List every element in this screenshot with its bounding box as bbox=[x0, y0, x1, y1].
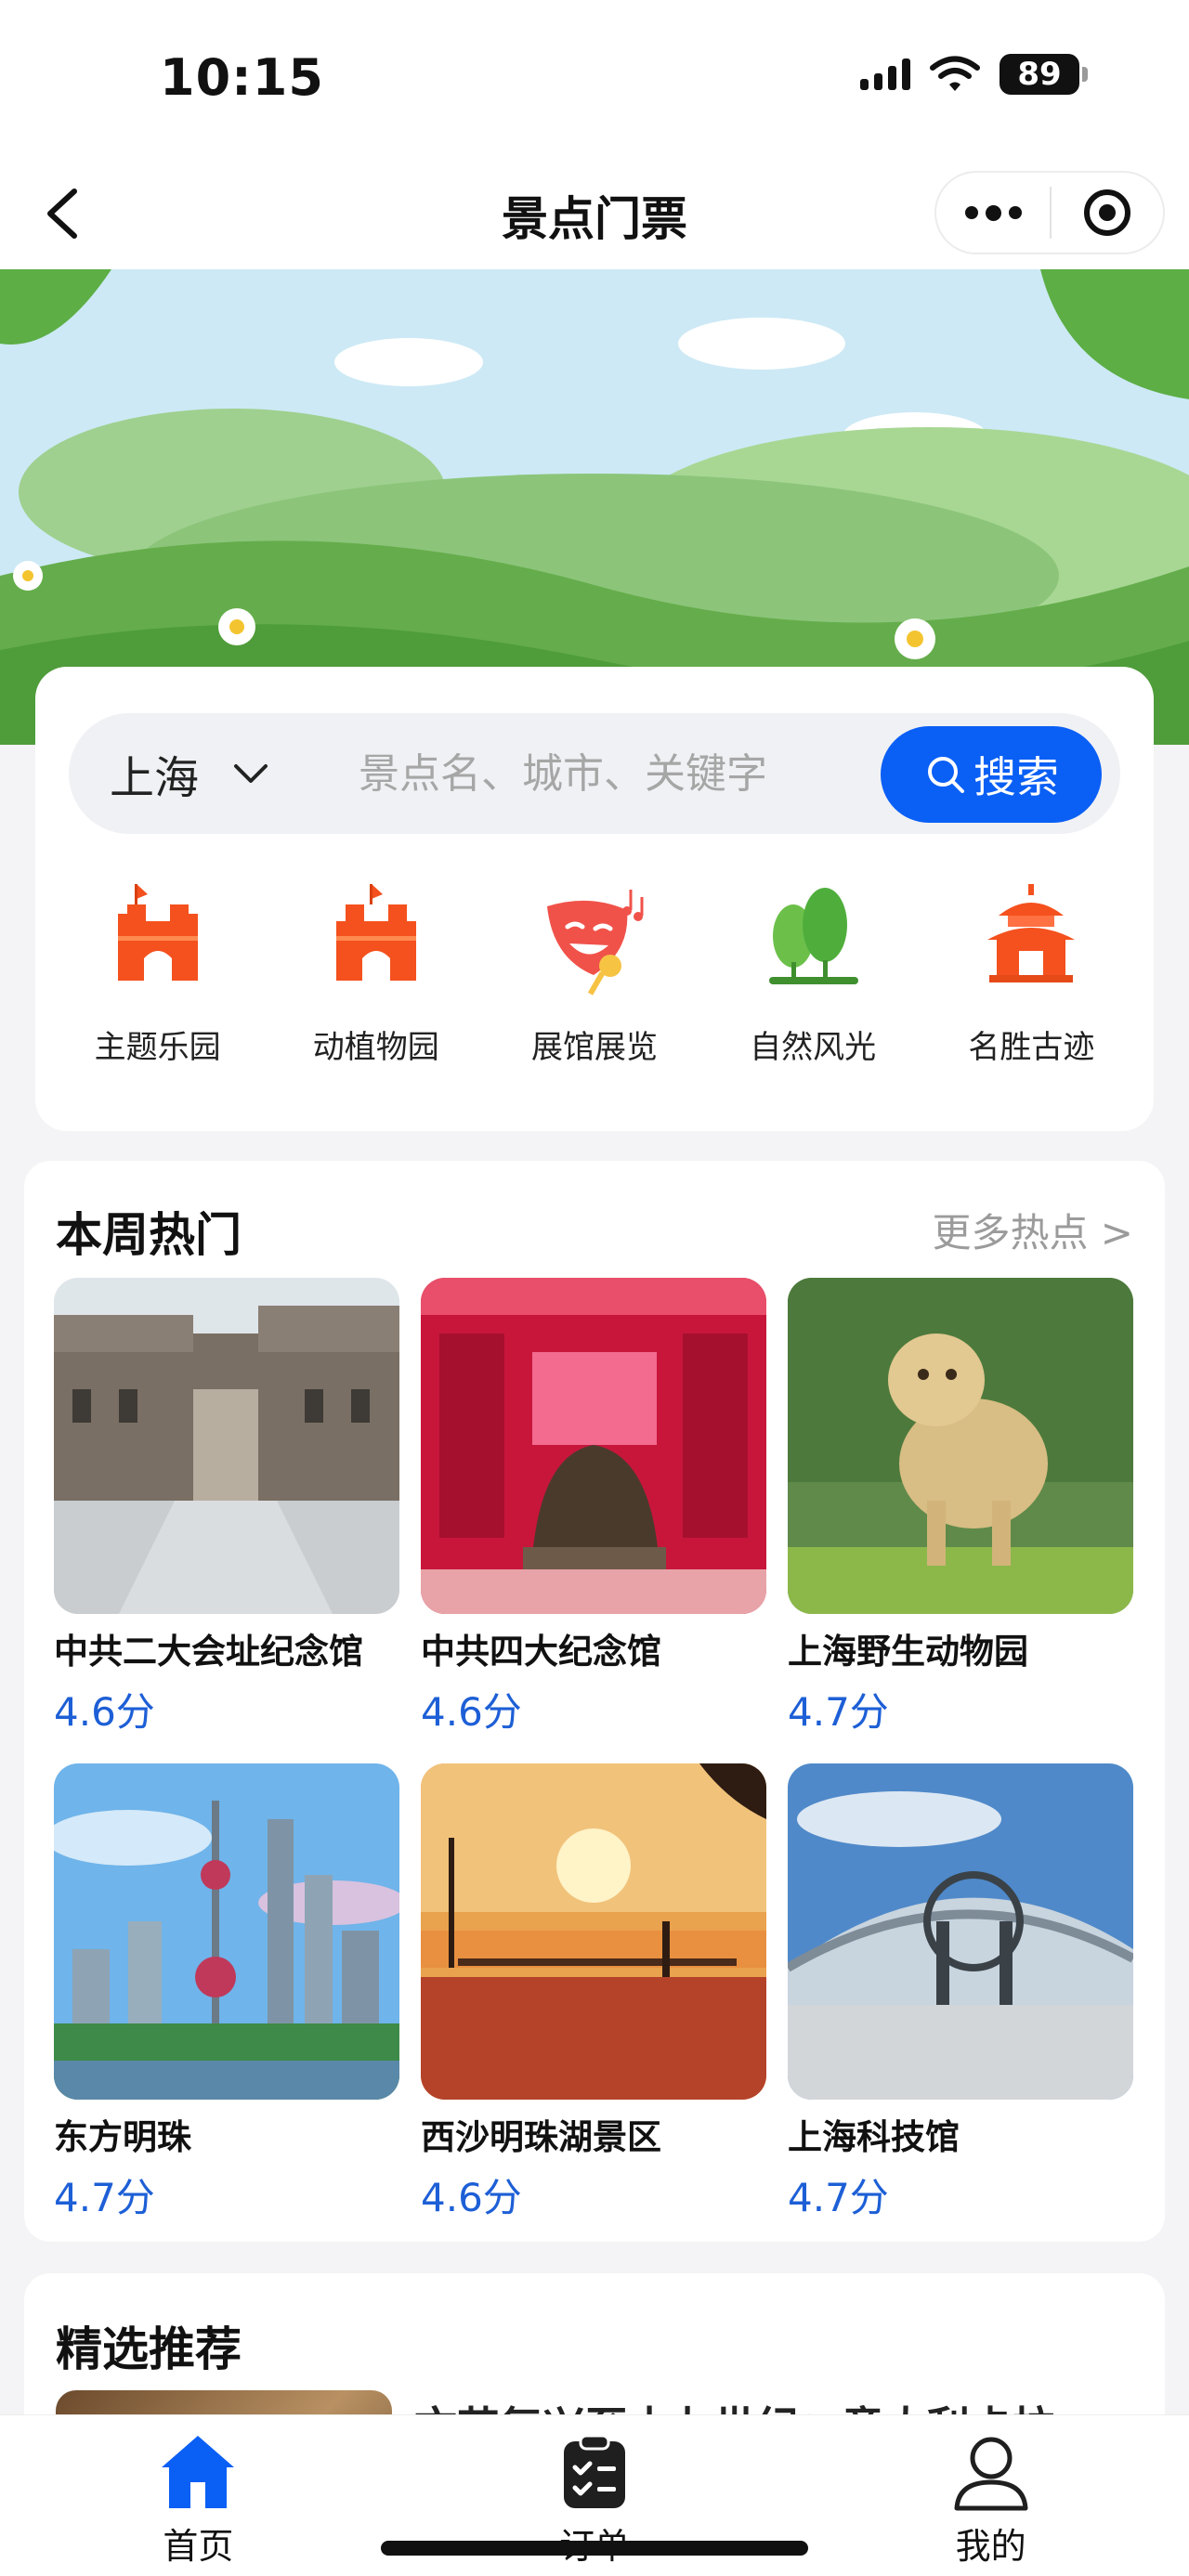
status-bar: 10:15 89 bbox=[0, 0, 1189, 158]
spot-rating: 4.6分 bbox=[54, 1689, 155, 1735]
category-label: 自然风光 bbox=[750, 1029, 877, 1066]
battery-level: 89 bbox=[1017, 56, 1062, 93]
status-icons: 89 bbox=[860, 54, 1088, 95]
city-label: 上海 bbox=[109, 752, 199, 804]
spot-card[interactable]: 东方明珠 4.7分 bbox=[54, 1763, 399, 2223]
status-time: 10:15 bbox=[160, 48, 324, 107]
category-historic-sites[interactable]: 名胜古迹 bbox=[929, 878, 1133, 1101]
chevron-down-icon bbox=[234, 764, 268, 783]
section-title: 本周热门 bbox=[56, 1208, 242, 1262]
spot-card[interactable]: 上海科技馆 4.7分 bbox=[788, 1763, 1133, 2223]
spot-rating: 4.7分 bbox=[788, 1689, 889, 1735]
category-label: 主题乐园 bbox=[94, 1029, 221, 1066]
spot-rating: 4.7分 bbox=[788, 2175, 889, 2220]
search-icon bbox=[928, 757, 964, 793]
tab-label: 我的 bbox=[955, 2526, 1026, 2567]
search-button-label: 搜索 bbox=[973, 752, 1059, 802]
category-nature[interactable]: 自然风光 bbox=[711, 878, 915, 1101]
category-exhibitions[interactable]: 展馆展览 bbox=[492, 878, 697, 1101]
city-selector[interactable]: 上海 bbox=[69, 713, 310, 834]
spot-name: 中共二大会址纪念馆 bbox=[54, 1632, 363, 1672]
back-arrow-icon[interactable] bbox=[37, 184, 89, 243]
spot-photo bbox=[421, 1278, 766, 1614]
home-indicator bbox=[381, 2541, 808, 2556]
spot-name: 西沙明珠湖景区 bbox=[421, 2117, 661, 2157]
spot-card[interactable]: 上海野生动物园 4.7分 bbox=[788, 1278, 1133, 1737]
weekly-hot-section: 本周热门 更多热点 > 中共二大会址纪念馆 4.6分 中共四大纪念馆 4.6分 … bbox=[24, 1161, 1165, 2242]
spot-name: 东方明珠 bbox=[54, 2117, 191, 2157]
more-dots-icon[interactable] bbox=[936, 173, 1050, 253]
search-button[interactable]: 搜索 bbox=[881, 726, 1102, 823]
nav-bar: 景点门票 bbox=[0, 158, 1189, 269]
tab-label: 首页 bbox=[163, 2526, 234, 2567]
category-row: 主题乐园 动植物园 展馆展览 自然风光 名胜古迹 bbox=[35, 878, 1154, 1101]
miniprogram-capsule bbox=[934, 171, 1165, 254]
theater-mask-icon bbox=[546, 890, 644, 995]
castle-icon bbox=[117, 884, 198, 981]
more-hot-link[interactable]: 更多热点 > bbox=[932, 1202, 1133, 1258]
castle-icon bbox=[335, 884, 416, 981]
spot-name: 上海野生动物园 bbox=[788, 1632, 1028, 1672]
category-zoo-garden[interactable]: 动植物园 bbox=[274, 878, 478, 1101]
spot-photo bbox=[788, 1278, 1133, 1614]
close-miniprogram-icon[interactable] bbox=[1052, 173, 1163, 253]
pavilion-icon bbox=[987, 884, 1076, 982]
battery-icon: 89 bbox=[1000, 54, 1088, 95]
search-card: 上海 搜索 主题乐园 bbox=[35, 667, 1154, 1131]
cellular-signal-icon bbox=[860, 59, 910, 90]
spot-photo bbox=[788, 1763, 1133, 2100]
spot-card[interactable]: 西沙明珠湖景区 4.6分 bbox=[421, 1763, 766, 2223]
tab-profile[interactable]: 我的 bbox=[792, 2415, 1189, 2576]
spot-photo bbox=[54, 1763, 399, 2100]
section-title: 精选推荐 bbox=[56, 2322, 242, 2376]
spot-photo bbox=[421, 1763, 766, 2100]
tab-home[interactable]: 首页 bbox=[0, 2415, 397, 2576]
search-input[interactable] bbox=[359, 741, 842, 806]
home-icon bbox=[162, 2436, 235, 2508]
category-label: 动植物园 bbox=[312, 1029, 439, 1066]
spot-photo bbox=[54, 1278, 399, 1614]
user-icon bbox=[954, 2437, 1028, 2511]
spot-rating: 4.6分 bbox=[421, 2175, 522, 2220]
spot-card[interactable]: 中共四大纪念馆 4.6分 bbox=[421, 1278, 766, 1737]
spot-rating: 4.6分 bbox=[421, 1689, 522, 1735]
category-label: 展馆展览 bbox=[530, 1029, 658, 1066]
spot-name: 中共四大纪念馆 bbox=[421, 1632, 661, 1672]
search-bar: 上海 搜索 bbox=[69, 713, 1120, 834]
spot-name: 上海科技馆 bbox=[788, 2117, 960, 2157]
clipboard-check-icon bbox=[564, 2434, 625, 2508]
category-theme-park[interactable]: 主题乐园 bbox=[56, 878, 260, 1101]
trees-icon bbox=[769, 888, 859, 984]
spot-card[interactable]: 中共二大会址纪念馆 4.6分 bbox=[54, 1278, 399, 1737]
spot-rating: 4.7分 bbox=[54, 2175, 155, 2220]
category-label: 名胜古迹 bbox=[968, 1029, 1095, 1066]
hot-grid: 中共二大会址纪念馆 4.6分 中共四大纪念馆 4.6分 上海野生动物园 4.7分… bbox=[54, 1278, 1135, 2223]
wifi-icon bbox=[930, 56, 980, 91]
